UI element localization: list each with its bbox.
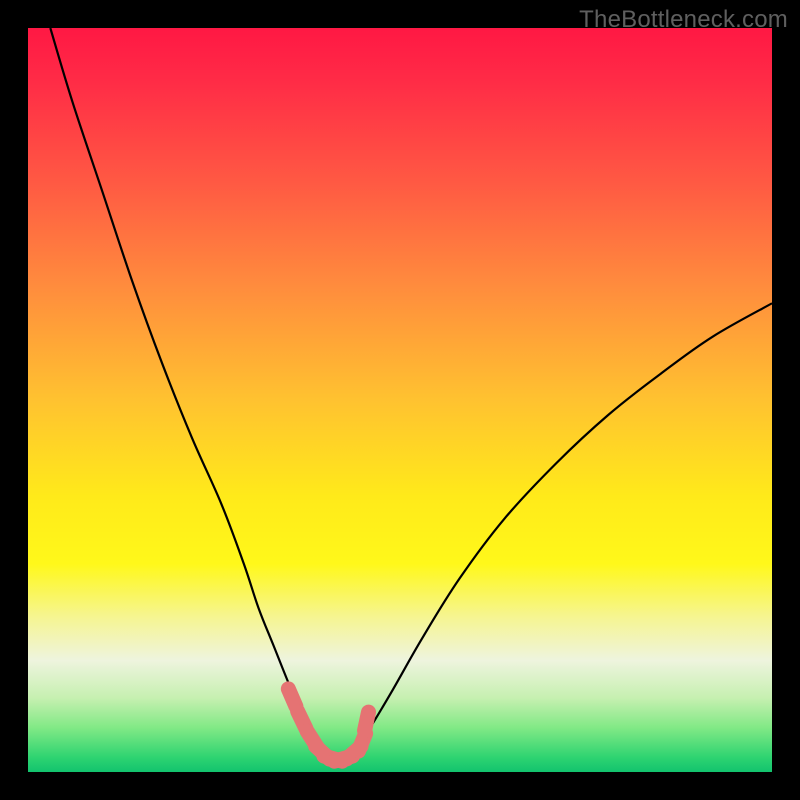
data-marker	[365, 712, 369, 731]
watermark-text: TheBottleneck.com	[579, 6, 788, 34]
plot-area	[28, 28, 772, 772]
data-marker	[288, 689, 296, 706]
data-markers	[288, 689, 368, 761]
curve-layer	[28, 28, 772, 772]
bottleneck-curve	[50, 28, 772, 759]
chart-frame: TheBottleneck.com	[0, 0, 800, 800]
